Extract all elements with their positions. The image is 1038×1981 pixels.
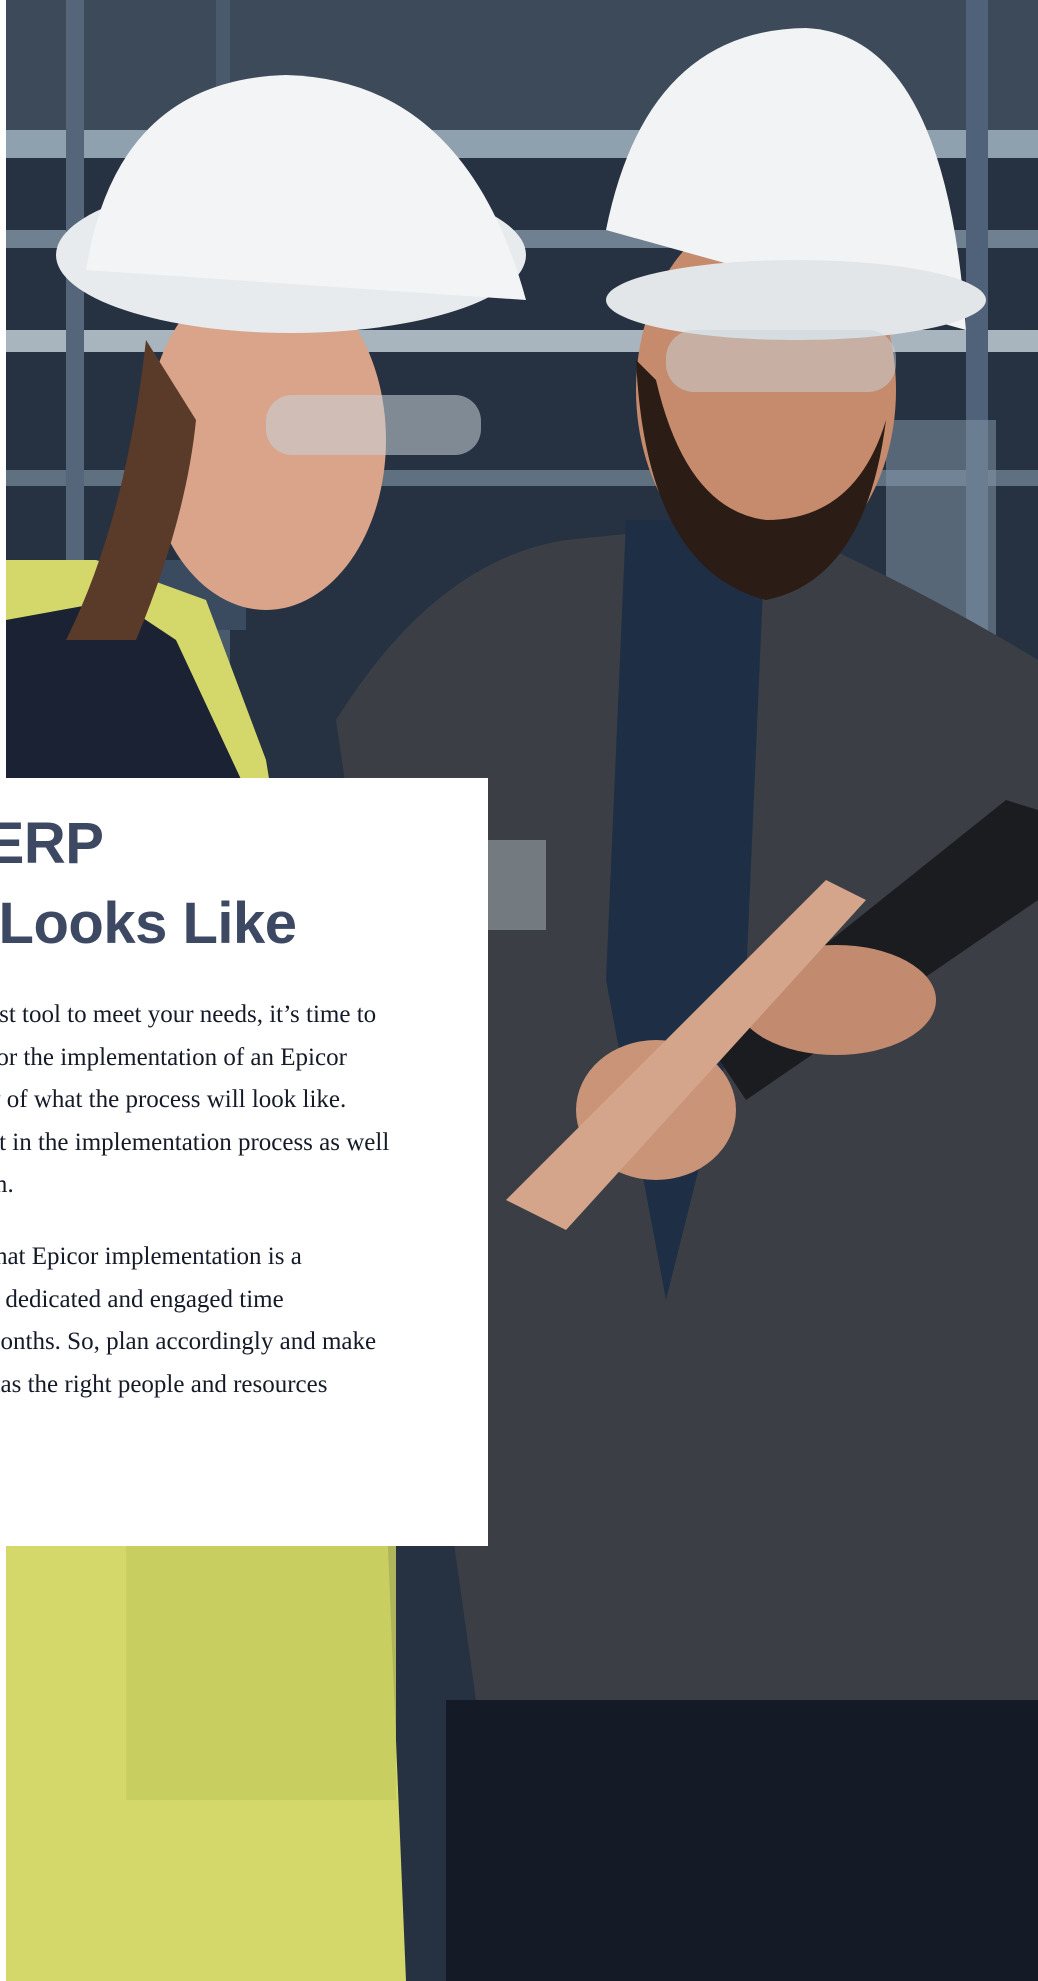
heading-line-1: r ERP [0,811,104,876]
paragraph-2-line-1: that Epicor implementation is a [0,1243,302,1270]
intro-paragraph: est tool to meet your needs, it’s time t… [0,994,488,1207]
paragraph-1-line-3: v of what the process will look like. [0,1086,347,1113]
section-heading: r ERP n Looks Like [0,804,488,964]
paragraph-2-line-3: nonths. So, plan accordingly and make [0,1328,377,1355]
page: r ERP n Looks Like est tool to meet your… [0,0,1038,1981]
paragraph-1-line-5: m. [0,1171,14,1198]
paragraph-2-line-2: a dedicated and engaged time [0,1285,284,1313]
planning-paragraph: that Epicor implementation is a a dedica… [0,1236,488,1406]
heading-line-2: n Looks Like [0,891,297,956]
content-card: r ERP n Looks Like est tool to meet your… [0,778,488,1546]
paragraph-1-line-4: ct in the implementation process as well [0,1128,390,1156]
paragraph-1-line-2: for the implementation of an Epicor [0,1043,347,1071]
paragraph-1-line-1: est tool to meet your needs, it’s time t… [0,1001,377,1028]
paragraph-2-line-4: has the right people and resources [0,1370,328,1398]
